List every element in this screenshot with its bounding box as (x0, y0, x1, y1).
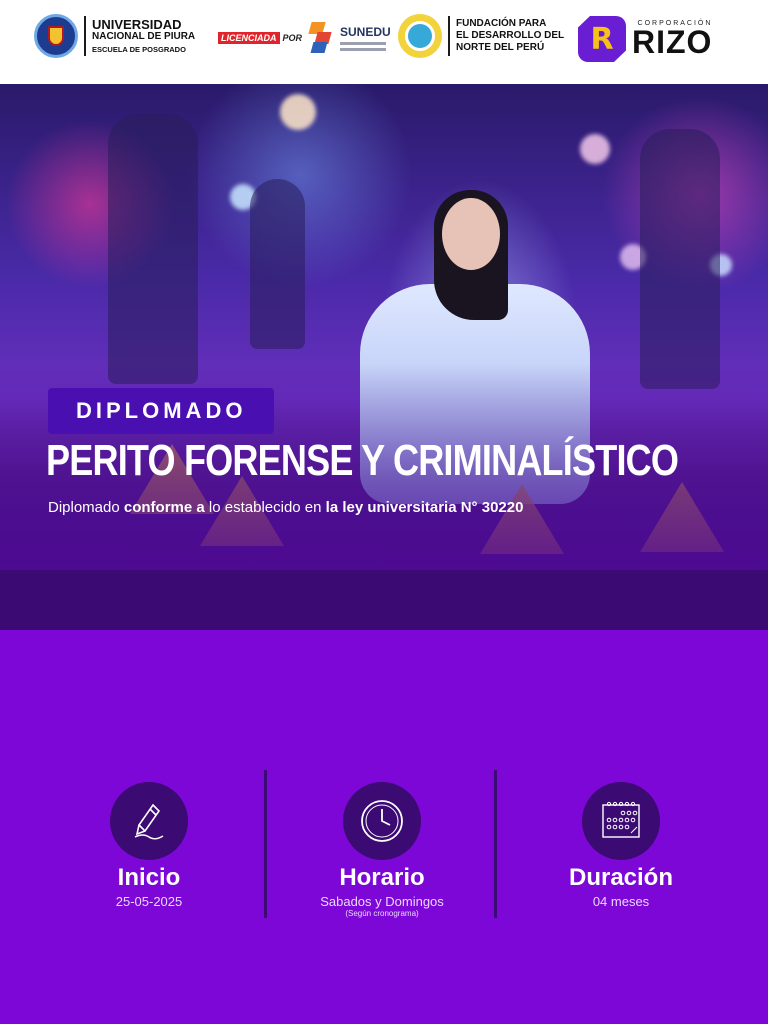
horario-note: (Según cronograma) (345, 909, 419, 918)
duracion-label: Duración (568, 864, 673, 891)
unp-seal-icon (34, 14, 78, 58)
fundacion-line1: FUNDACIÓN PARA (456, 18, 547, 29)
horario-label: Horario (339, 864, 425, 891)
hero-photo (0, 84, 768, 570)
bokeh-light (580, 134, 610, 164)
inicio-date: 25-05-2025 (115, 894, 183, 909)
horario-days: Sabados y Domingos (320, 894, 444, 909)
unp-logo: UNIVERSIDAD NACIONAL DE PIURA ESCUELA DE… (34, 14, 195, 58)
subtitle-part: Diplomado (48, 499, 124, 516)
unp-school: ESCUELA DE POSGRADO (92, 44, 186, 54)
info-inicio: Inicio 25-05-2025 (49, 782, 249, 909)
duracion-length: 04 meses (592, 894, 650, 909)
logo-divider (448, 16, 450, 56)
info-duracion: Duración 04 meses (521, 782, 721, 909)
por-label: POR (282, 33, 303, 43)
sunedu-fine-print (340, 48, 387, 51)
sunedu-brand: SUNEDU (340, 25, 391, 39)
fundacion-seal-icon (398, 14, 442, 58)
fundacion-logo: FUNDACIÓN PARA EL DESARROLLO DEL NORTE D… (398, 14, 564, 58)
info-horario: Horario Sabados y Domingos (Según cronog… (282, 782, 482, 918)
background-investigator (250, 179, 305, 349)
program-title: PERITO FORENSE Y CRIMINALÍSTICO (46, 436, 679, 485)
sunedu-fine-print (340, 42, 387, 45)
rizo-mark-icon: R (578, 16, 626, 62)
info-divider (494, 770, 497, 918)
bokeh-light (280, 94, 316, 130)
subtitle-part: lo establecido en (204, 499, 326, 516)
rizo-logo: R CORPORACIÓN RIZO (578, 16, 712, 62)
rizo-brand: RIZO (632, 24, 713, 61)
badge-label: DIPLOMADO (76, 398, 247, 423)
info-divider (264, 770, 267, 918)
unp-name-line2: NACIONAL DE PIURA (92, 31, 196, 43)
clock-icon (343, 782, 421, 860)
licenciada-tag: LICENCIADA (218, 32, 280, 44)
logo-divider (84, 16, 86, 56)
inicio-label: Inicio (117, 864, 181, 891)
diplomado-badge: DIPLOMADO (48, 388, 275, 434)
fundacion-line3: NORTE DEL PERÚ (456, 42, 545, 53)
calendar-icon (582, 782, 660, 860)
subtitle-law: la ley universitaria N° 30220 (325, 499, 524, 516)
logo-header: UNIVERSIDAD NACIONAL DE PIURA ESCUELA DE… (0, 0, 768, 84)
pen-icon (110, 782, 188, 860)
fundacion-line2: EL DESARROLLO DEL (456, 30, 565, 41)
unp-name-line1: UNIVERSIDAD (92, 17, 182, 33)
background-officer (640, 129, 720, 389)
sunedu-logo: LICENCIADA POR SUNEDU (218, 22, 391, 54)
program-info: Inicio 25-05-2025 Horario Sabados y Domi… (0, 770, 768, 930)
subtitle-emphasis: conforme a (123, 499, 205, 516)
dark-band (0, 570, 768, 630)
sunedu-mark-icon (308, 22, 336, 54)
program-subtitle: Diplomado conforme a lo establecido en l… (48, 499, 523, 516)
rizo-mark-letter: R (590, 21, 614, 57)
background-investigator (108, 114, 198, 384)
